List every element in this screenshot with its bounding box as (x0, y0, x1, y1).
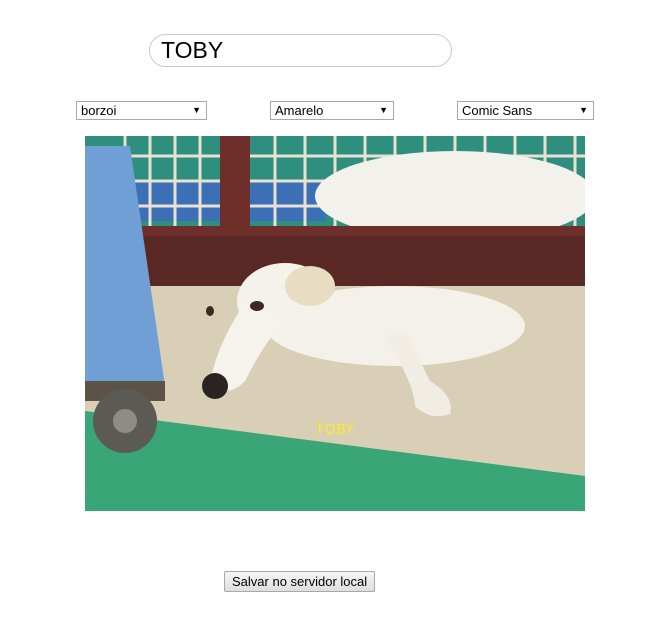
color-select[interactable]: Amarelo ▼ (270, 101, 394, 120)
font-select[interactable]: Comic Sans ▼ (457, 101, 594, 120)
page: borzoi ▼ Amarelo ▼ Comic Sans ▼ (0, 0, 662, 629)
chevron-down-icon: ▼ (192, 105, 201, 115)
dog-photo-illustration (85, 136, 585, 511)
font-select-value: Comic Sans (462, 103, 533, 118)
chevron-down-icon: ▼ (579, 105, 588, 115)
dog-photo: TOBY (85, 136, 585, 511)
photo-caption: TOBY (315, 422, 355, 438)
save-local-server-button[interactable]: Salvar no servidor local (224, 571, 376, 592)
breed-select[interactable]: borzoi ▼ (76, 101, 207, 120)
chevron-down-icon: ▼ (379, 105, 388, 115)
breed-select-value: borzoi (81, 103, 117, 118)
color-select-value: Amarelo (275, 103, 324, 118)
dog-name-input[interactable] (149, 34, 452, 67)
